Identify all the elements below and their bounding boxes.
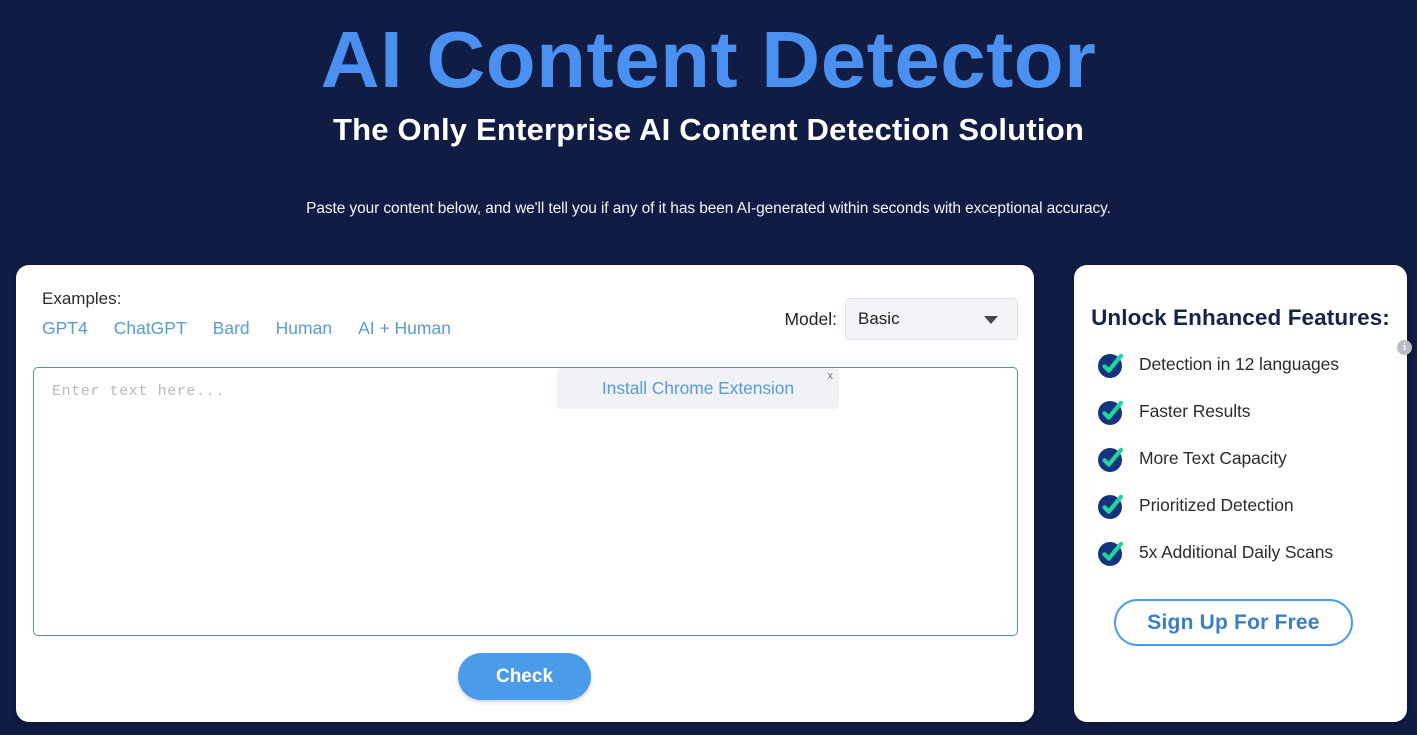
example-link-chatgpt[interactable]: ChatGPT: [114, 318, 187, 339]
feature-label: Faster Results: [1139, 401, 1251, 421]
upgrade-card-title: Unlock Enhanced Features:: [1091, 305, 1390, 330]
example-link-human[interactable]: Human: [276, 318, 332, 339]
feature-list: Detection in 12 languages i Faster Resul…: [1096, 340, 1412, 576]
examples-links: GPT4 ChatGPT Bard Human AI + Human: [42, 318, 451, 339]
close-icon[interactable]: x: [828, 370, 834, 382]
install-chrome-extension-banner[interactable]: Install Chrome Extension x: [557, 368, 839, 409]
list-item: Prioritized Detection: [1096, 482, 1396, 529]
chevron-down-icon: [984, 316, 998, 324]
content-textarea[interactable]: [33, 367, 1018, 636]
model-select[interactable]: Basic: [845, 298, 1018, 340]
examples-block: Examples: GPT4 ChatGPT Bard Human AI + H…: [42, 287, 451, 339]
examples-label: Examples:: [42, 289, 122, 308]
text-input-wrap: [33, 367, 1018, 636]
install-chrome-extension-label: Install Chrome Extension: [601, 378, 795, 398]
feature-label: 5x Additional Daily Scans: [1139, 542, 1333, 562]
content-area: Examples: GPT4 ChatGPT Bard Human AI + H…: [0, 265, 1417, 725]
feature-label: Prioritized Detection: [1139, 495, 1294, 515]
page-title: AI Content Detector: [320, 15, 1097, 104]
feature-label: Detection in 12 languages: [1139, 354, 1339, 374]
list-item: Detection in 12 languages i: [1096, 340, 1412, 388]
upgrade-card: Unlock Enhanced Features: Detection in 1…: [1074, 265, 1412, 722]
check-circle-icon: [1096, 538, 1126, 568]
model-select-value: Basic: [858, 309, 900, 328]
info-icon[interactable]: i: [1397, 340, 1412, 355]
model-label: Model:: [784, 308, 837, 329]
model-selector-row: Model: Basic: [784, 298, 1018, 340]
list-item: More Text Capacity: [1096, 435, 1396, 482]
detector-card: Examples: GPT4 ChatGPT Bard Human AI + H…: [16, 265, 1034, 722]
check-circle-icon: [1096, 397, 1126, 427]
example-link-gpt4[interactable]: GPT4: [42, 318, 88, 339]
check-circle-icon: [1096, 444, 1126, 474]
list-item: Faster Results: [1096, 388, 1396, 435]
page-description: Paste your content below, and we'll tell…: [306, 200, 1111, 217]
check-button[interactable]: Check: [458, 653, 591, 700]
list-item: 5x Additional Daily Scans: [1096, 529, 1396, 576]
example-link-ai-human[interactable]: AI + Human: [358, 318, 451, 339]
page-subtitle: The Only Enterprise AI Content Detection…: [333, 112, 1084, 147]
check-circle-icon: [1096, 350, 1126, 380]
hero-section: AI Content Detector The Only Enterprise …: [0, 0, 1417, 220]
check-circle-icon: [1096, 491, 1126, 521]
sign-up-button[interactable]: Sign Up For Free: [1114, 599, 1353, 646]
feature-label: More Text Capacity: [1139, 448, 1287, 468]
example-link-bard[interactable]: Bard: [213, 318, 250, 339]
